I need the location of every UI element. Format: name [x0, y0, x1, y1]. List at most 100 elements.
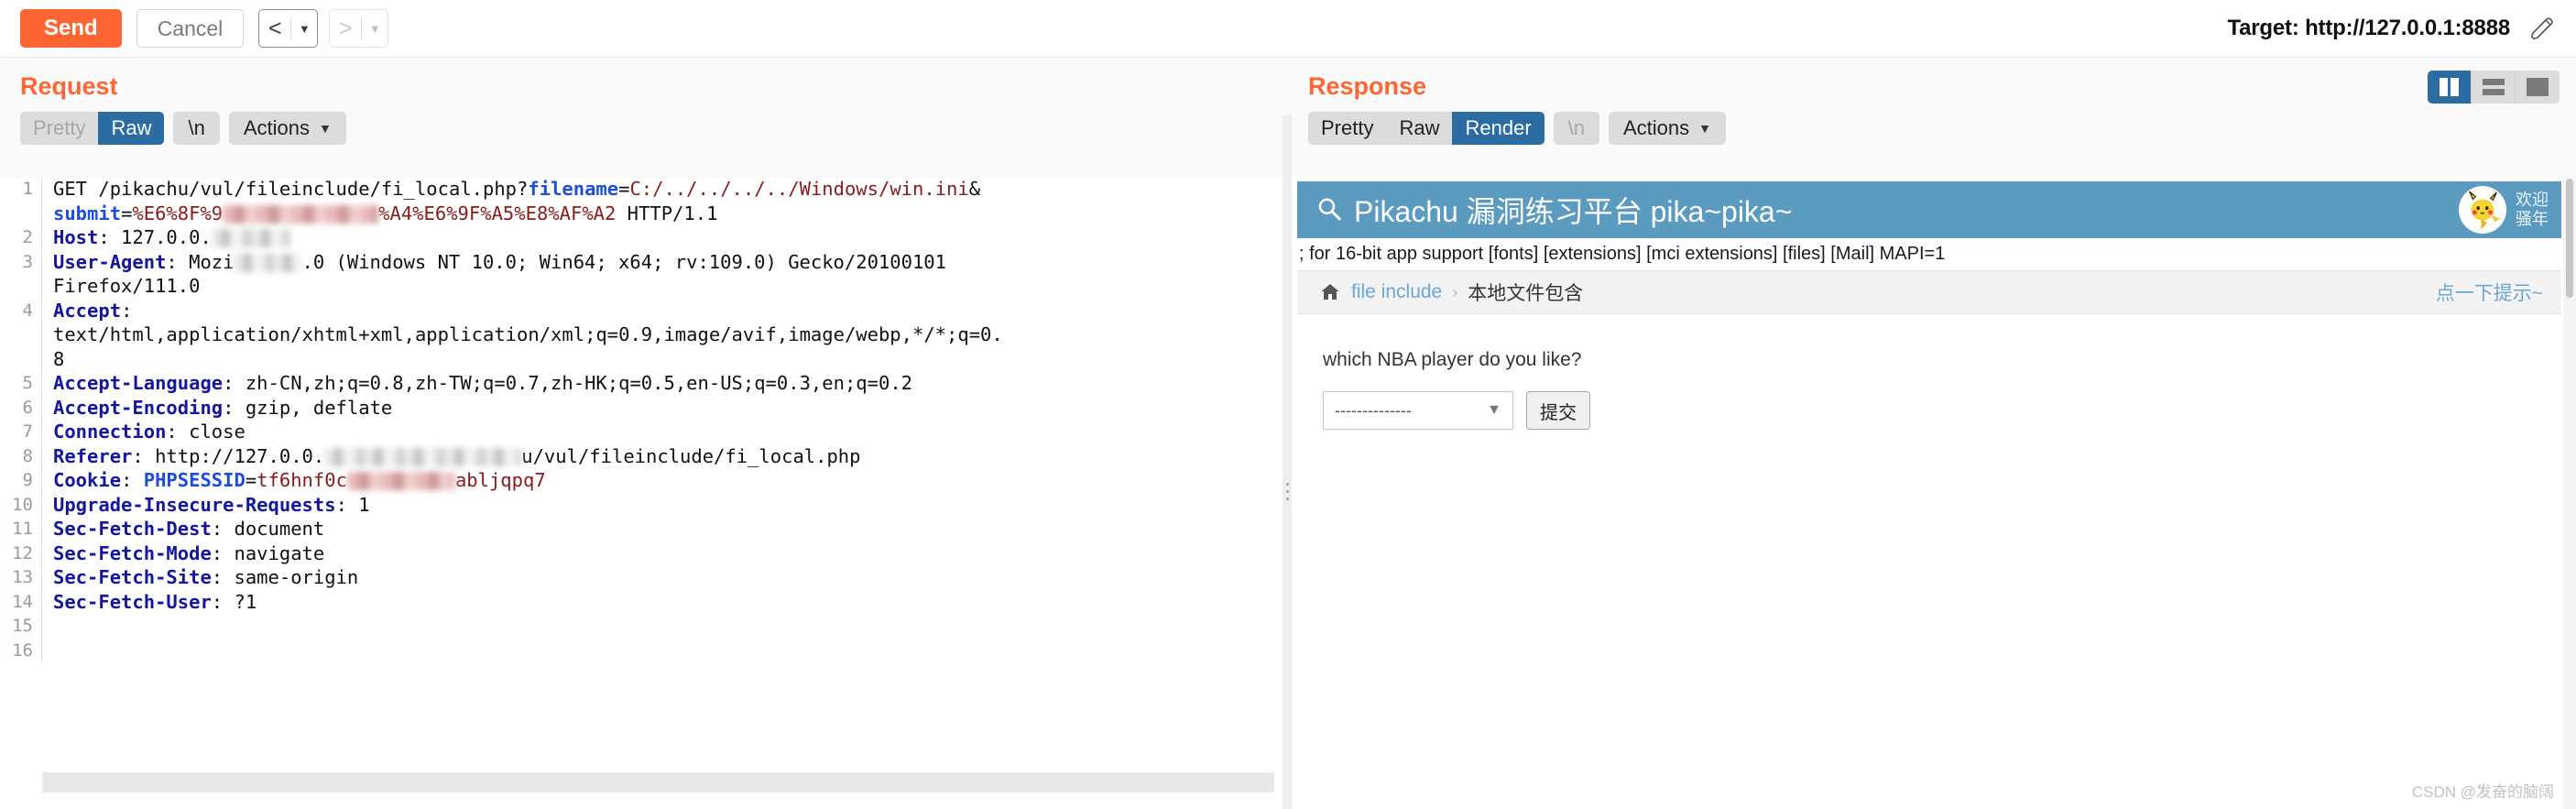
- code-text[interactable]: Sec-Fetch-Dest: document: [42, 517, 1283, 541]
- code-token: 8: [53, 347, 65, 370]
- response-view-tabs: Pretty Raw Render: [1308, 112, 1545, 145]
- code-token: Sec-Fetch-Mode: [53, 541, 212, 564]
- code-text[interactable]: Accept-Language: zh-CN,zh;q=0.8,zh-TW;q=…: [42, 371, 1283, 396]
- line-number: 3: [0, 249, 42, 274]
- line-number: 1: [0, 177, 42, 202]
- code-token: User-Agent: [53, 250, 167, 273]
- code-text[interactable]: Host: 127.0.0.: [42, 225, 1283, 250]
- line-number: 15: [0, 614, 42, 639]
- newline-toggle[interactable]: \n: [1553, 112, 1599, 145]
- hint-link[interactable]: 点一下提示~: [2436, 279, 2543, 306]
- line-number: 7: [0, 420, 42, 444]
- code-text[interactable]: Sec-Fetch-User: ?1: [42, 590, 1283, 615]
- code-text[interactable]: Upgrade-Insecure-Requests: 1: [42, 493, 1283, 518]
- magnifier-icon: [1318, 198, 1341, 221]
- line-number: 11: [0, 517, 42, 541]
- chevron-down-icon[interactable]: ▼: [291, 10, 317, 47]
- code-token: PHPSESSID: [143, 469, 246, 491]
- line-number: 6: [0, 395, 42, 420]
- request-actions-button[interactable]: Actions ▼: [228, 112, 346, 145]
- layout-side-by-side-button[interactable]: [2428, 71, 2472, 104]
- line-number: 5: [0, 371, 42, 396]
- code-line: 6 Accept-Encoding: gzip, deflate: [0, 395, 1283, 421]
- redacted-region: [223, 204, 379, 224]
- tab-raw[interactable]: Raw: [1386, 112, 1453, 145]
- code-text[interactable]: Connection: close: [42, 420, 1283, 444]
- editor-selection-highlight: [42, 772, 1274, 793]
- code-text[interactable]: [42, 614, 1283, 639]
- code-text[interactable]: Cookie: PHPSESSID=tf6hnf0c abljqpq7: [42, 468, 1283, 493]
- leaked-file-content: ; for 16-bit app support [fonts] [extens…: [1299, 244, 1946, 264]
- two-rows-icon: [2482, 79, 2505, 95]
- user-badge[interactable]: 欢迎 骚年: [2459, 186, 2561, 234]
- code-token: :: [121, 299, 133, 322]
- response-render-frame[interactable]: Pikachu 漏洞练习平台 pika~pika~ 欢迎 骚年 ; for 16…: [1288, 177, 2571, 809]
- line-number: 12: [0, 541, 42, 565]
- chevron-down-icon[interactable]: ▼: [362, 10, 387, 47]
- tab-render[interactable]: Render: [1452, 112, 1545, 145]
- burp-repeater-window: Send Cancel < ▼ > ▼ Target: http://127.0…: [0, 0, 2576, 809]
- code-text[interactable]: Accept-Encoding: gzip, deflate: [42, 396, 1283, 421]
- code-token: abljqpq7: [454, 469, 546, 491]
- welcome-line-2: 骚年: [2516, 210, 2549, 228]
- history-back-button[interactable]: < ▼: [258, 9, 319, 48]
- code-text[interactable]: [42, 639, 1283, 663]
- redacted-region: [211, 229, 290, 247]
- code-text[interactable]: 8: [42, 347, 1283, 372]
- response-title: Response: [1308, 72, 1427, 100]
- line-number: [0, 201, 42, 225]
- scrollbar-thumb[interactable]: [2566, 179, 2573, 298]
- breadcrumb-separator: ›: [1452, 282, 1458, 301]
- cancel-button[interactable]: Cancel: [136, 9, 245, 48]
- file-include-form: which NBA player do you like? ----------…: [1288, 314, 2571, 430]
- code-text[interactable]: Firefox/111.0: [42, 274, 1283, 299]
- request-pane: Request Pretty Raw \n Actions ▼ 1 GET /pi…: [0, 58, 1288, 809]
- code-token: GET /pikachu/vul/fileinclude/fi_local.ph…: [53, 178, 529, 200]
- home-icon: [1321, 284, 1339, 300]
- code-token: text/html,application/xhtml+xml,applicat…: [53, 323, 1003, 345]
- response-actions-button[interactable]: Actions ▼: [1609, 112, 1727, 145]
- layout-single-button[interactable]: [2516, 71, 2560, 104]
- code-text[interactable]: Accept:: [42, 299, 1283, 323]
- code-token: =: [245, 469, 257, 491]
- send-button[interactable]: Send: [20, 9, 122, 48]
- chevron-left-icon: <: [267, 15, 282, 41]
- request-editor[interactable]: 1 GET /pikachu/vul/fileinclude/fi_local.p…: [0, 177, 1283, 809]
- response-scrollbar[interactable]: [2563, 177, 2576, 809]
- line-number: [0, 323, 42, 347]
- code-token: Accept-Encoding: [53, 396, 224, 419]
- tab-raw[interactable]: Raw: [98, 112, 165, 145]
- code-text[interactable]: GET /pikachu/vul/fileinclude/fi_local.ph…: [42, 177, 1283, 202]
- form-controls: -------------- ▼ 提交: [1323, 391, 2571, 430]
- history-forward-button[interactable]: > ▼: [329, 9, 389, 48]
- code-token: Upgrade-Insecure-Requests: [53, 493, 336, 516]
- code-token: Referer: [53, 444, 133, 467]
- breadcrumb-link[interactable]: file include: [1351, 281, 1442, 303]
- line-number: 16: [0, 638, 42, 662]
- code-token: =: [618, 178, 630, 200]
- code-text[interactable]: User-Agent: Mozi .0 (Windows NT 10.0; Win…: [42, 250, 1283, 275]
- code-text[interactable]: submit=%E6%8F%9 %A4%E6%9F%A5%E8%AF%A2 HTT…: [42, 202, 1283, 226]
- code-text[interactable]: Sec-Fetch-Mode: navigate: [42, 541, 1283, 566]
- pane-resize-handle[interactable]: [1283, 115, 1292, 809]
- line-number: [0, 346, 42, 371]
- layout-stacked-button[interactable]: [2472, 71, 2516, 104]
- nba-player-select[interactable]: -------------- ▼: [1323, 391, 1513, 430]
- chevron-down-icon: ▼: [1487, 402, 1501, 418]
- newline-toggle[interactable]: \n: [173, 112, 220, 145]
- tab-pretty[interactable]: Pretty: [1308, 112, 1387, 145]
- code-text[interactable]: Referer: http://127.0.0. u/vul/fileinclud…: [42, 444, 1283, 469]
- submit-button[interactable]: 提交: [1526, 391, 1590, 430]
- code-line: 5 Accept-Language: zh-CN,zh;q=0.8,zh-TW;q…: [0, 371, 1283, 396]
- code-token: Accept: [53, 299, 122, 322]
- breadcrumb: file include › 本地文件包含: [1319, 279, 1583, 306]
- code-text[interactable]: text/html,application/xhtml+xml,applicat…: [42, 323, 1283, 347]
- code-token: Connection: [53, 421, 167, 443]
- line-number: 10: [0, 492, 42, 517]
- tab-pretty[interactable]: Pretty: [20, 112, 99, 145]
- code-text[interactable]: Sec-Fetch-Site: same-origin: [42, 565, 1283, 590]
- pencil-icon[interactable]: [2528, 15, 2556, 42]
- request-view-tabs: Pretty Raw: [20, 112, 165, 145]
- code-line: 15: [0, 614, 1283, 639]
- code-line: 10 Upgrade-Insecure-Requests: 1: [0, 492, 1283, 518]
